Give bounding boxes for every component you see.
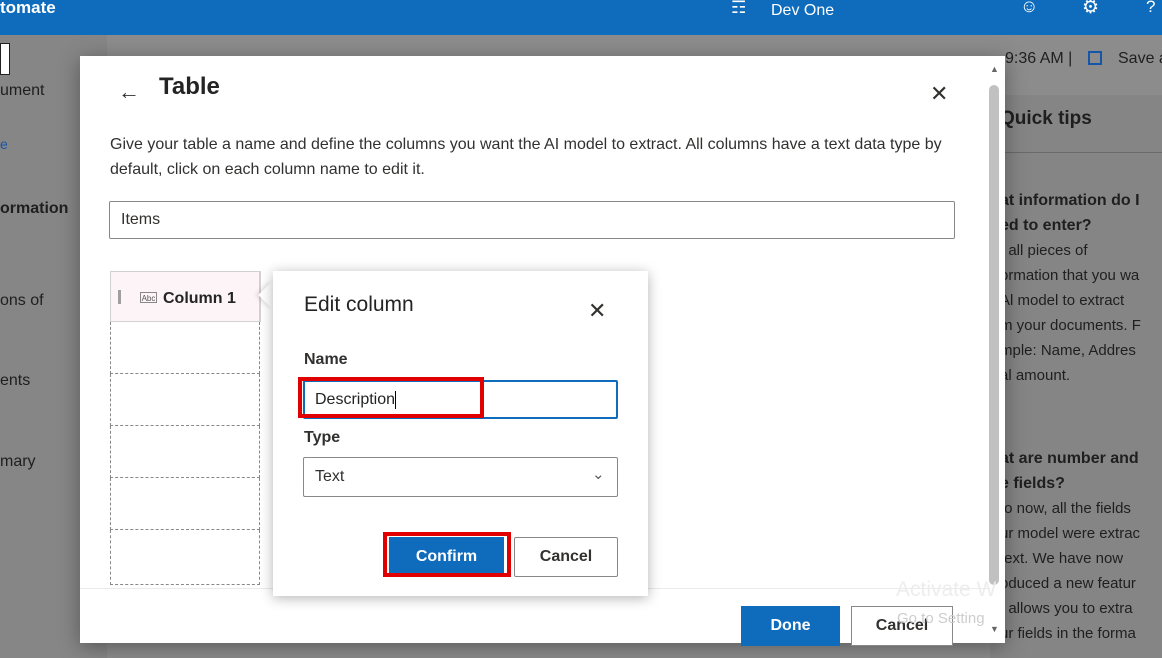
scrollbar-thumb[interactable] (989, 85, 999, 585)
sidebar-item-sections[interactable]: ons of (0, 292, 44, 310)
sidebar-item-document[interactable]: ument (0, 82, 44, 100)
scroll-up-arrow-icon[interactable]: ▲ (990, 64, 999, 74)
sidebar-item-documents[interactable]: ents (0, 372, 30, 390)
tip-line: ur fields in the forma (1000, 625, 1136, 642)
dialog-title: Table (159, 73, 220, 100)
table-name-input[interactable]: Items (109, 201, 955, 239)
tip-line: ur model were extrac (1000, 525, 1141, 542)
environment-name[interactable]: Dev One (771, 2, 834, 20)
last-saved-text: 9:36 AM | (1005, 50, 1073, 67)
table-cell (110, 426, 260, 478)
top-bar: tomate ☶ Dev One ☺ ⚙ ? (0, 0, 1162, 35)
column-name-value: Description (315, 391, 396, 408)
smiley-icon[interactable]: ☺ (1020, 0, 1038, 17)
sidebar-box (0, 43, 10, 75)
environment-icon[interactable]: ☶ (731, 0, 746, 18)
close-icon[interactable]: ✕ (588, 298, 606, 324)
tip-line: m your documents. F (1000, 317, 1141, 334)
close-icon[interactable]: ✕ (930, 81, 948, 107)
gear-icon[interactable]: ⚙ (1082, 0, 1099, 19)
popup-cancel-button[interactable]: Cancel (514, 537, 618, 577)
scroll-down-arrow-icon[interactable]: ▼ (990, 624, 999, 634)
confirm-button[interactable]: Confirm (389, 537, 504, 577)
tip-line: text. We have now (1000, 550, 1124, 567)
tip-card: at are number and e fields? to now, all … (1000, 446, 1162, 646)
activation-watermark: Activate W (896, 578, 997, 601)
tip-line: ormation that you wa (1000, 267, 1140, 284)
tip-card: at information do I ed to enter? : all p… (1000, 188, 1162, 388)
table-cell (110, 478, 260, 530)
tip-question: at are number and (1000, 450, 1139, 467)
tip-line: Al model to extract (1000, 292, 1125, 309)
help-icon[interactable]: ? (1146, 0, 1155, 17)
type-label: Type (304, 429, 341, 446)
type-dropdown[interactable]: Text (303, 457, 618, 497)
activation-watermark-subtitle: Go to Setting (897, 610, 985, 627)
app-title: tomate (0, 0, 56, 17)
sidebar-item-information[interactable]: ormation (0, 200, 68, 218)
divider (990, 152, 1162, 153)
tip-line: t allows you to extra (1000, 600, 1133, 617)
sidebar-item-link[interactable]: e (0, 136, 8, 152)
name-label: Name (304, 351, 348, 368)
back-arrow-icon[interactable]: ← (118, 79, 140, 105)
tip-line: oduced a new featur (1000, 575, 1136, 592)
table-cell (110, 322, 260, 374)
column-name[interactable]: Column 1 (163, 290, 236, 308)
table-cell (110, 374, 260, 426)
done-button[interactable]: Done (741, 606, 840, 646)
drag-handle-icon[interactable] (118, 290, 121, 304)
column-name-input[interactable]: Description (303, 380, 618, 419)
tip-line: to now, all the fields (1000, 500, 1131, 517)
tip-line: mple: Name, Addres (1000, 342, 1136, 359)
chevron-down-icon[interactable]: ⌄ (592, 465, 605, 483)
tip-question: ed to enter? (1000, 217, 1092, 234)
tip-question: at information do I (1000, 192, 1140, 209)
quick-tips-title: Quick tips (1000, 108, 1092, 129)
text-caret (395, 390, 397, 409)
text-type-icon: Abc (140, 292, 157, 303)
save-icon[interactable] (1088, 51, 1102, 65)
save-button[interactable]: Save a (1118, 50, 1162, 68)
tip-line: al amount. (1000, 367, 1071, 384)
table-cell (110, 530, 260, 585)
popup-title: Edit column (304, 293, 414, 316)
sidebar-item-summary[interactable]: mary (0, 453, 36, 471)
tip-line: : all pieces of (1000, 242, 1088, 259)
tip-question: e fields? (1000, 475, 1065, 492)
dialog-description: Give your table a name and define the co… (110, 136, 942, 178)
